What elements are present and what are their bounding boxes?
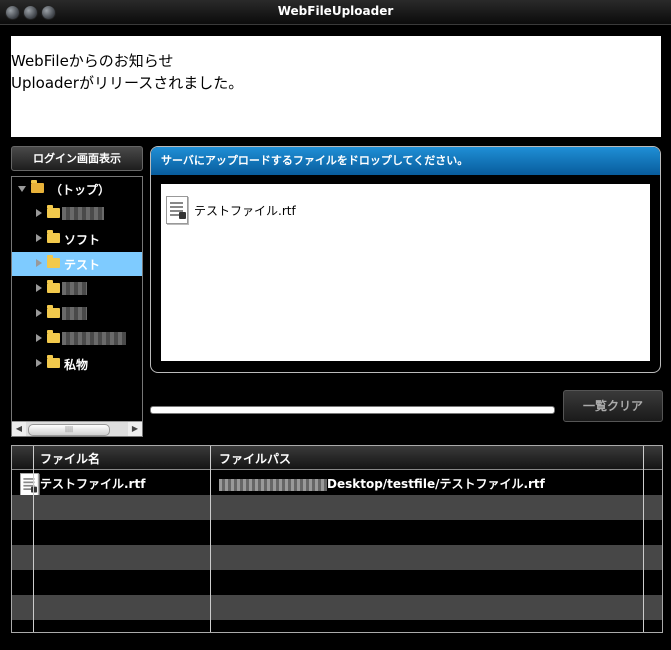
- tree-item-test[interactable]: テスト: [12, 252, 142, 276]
- title-bar: WebFileUploader: [0, 0, 671, 25]
- table-row: [12, 545, 662, 570]
- collapse-arrow-icon[interactable]: [36, 284, 42, 292]
- obscured-path: [219, 478, 327, 491]
- obscured-label: [62, 207, 104, 220]
- upload-table: ファイル名 ファイルパス テストファイル.rtf Desktop/testfil…: [11, 445, 663, 633]
- tree-item-soft[interactable]: ソフト: [12, 227, 142, 251]
- tree-item-top[interactable]: （トップ）: [12, 177, 142, 201]
- row-filepath-text: Desktop/testfile/テストファイル.rtf: [327, 477, 545, 491]
- folder-icon: [47, 230, 60, 243]
- notice-line: WebFileからのお知らせ: [11, 52, 174, 70]
- scrollbar-thumb[interactable]: ||||: [28, 424, 110, 436]
- tree-item-obscured[interactable]: [12, 327, 142, 351]
- table-row: [12, 520, 662, 545]
- drop-zone[interactable]: テストファイル.rtf: [161, 184, 650, 361]
- window-title: WebFileUploader: [277, 4, 394, 18]
- collapse-arrow-icon[interactable]: [36, 259, 42, 267]
- obscured-label: [62, 307, 87, 320]
- login-screen-button[interactable]: ログイン画面表示: [11, 146, 143, 171]
- table-row: [12, 570, 662, 595]
- tree-horizontal-scrollbar[interactable]: ◀ |||| ▶: [12, 421, 142, 436]
- app-window: WebFileUploader WebFileからのお知らせ Uploaderが…: [0, 0, 671, 650]
- table-row: [12, 595, 662, 620]
- folder-open-icon: [31, 180, 44, 193]
- dropped-file[interactable]: テストファイル.rtf: [166, 194, 296, 226]
- column-divider: [210, 446, 211, 632]
- notice-panel: WebFileからのお知らせ Uploaderがリリースされました。: [11, 36, 661, 137]
- tree-item-obscured[interactable]: [12, 202, 142, 226]
- tree-item-obscured[interactable]: [12, 302, 142, 326]
- notice-line: Uploaderがリリースされました。: [11, 74, 244, 92]
- collapse-arrow-icon[interactable]: [36, 234, 42, 242]
- table-row: [12, 495, 662, 520]
- expand-arrow-icon[interactable]: [18, 186, 26, 192]
- tree-item-obscured[interactable]: [12, 277, 142, 301]
- column-header-filename[interactable]: ファイル名: [40, 450, 100, 467]
- folder-icon: [47, 255, 60, 268]
- scroll-left-icon[interactable]: ◀: [12, 422, 26, 436]
- clear-list-button[interactable]: 一覧クリア: [563, 390, 663, 422]
- table-row[interactable]: テストファイル.rtf Desktop/testfile/テストファイル.rtf: [12, 470, 662, 514]
- dropped-file-name: テストファイル.rtf: [194, 203, 296, 218]
- collapse-arrow-icon[interactable]: [36, 209, 42, 217]
- folder-icon: [47, 330, 60, 343]
- scroll-right-icon[interactable]: ▶: [128, 422, 142, 436]
- tree-item-label: ソフト: [64, 233, 101, 247]
- row-filename: テストファイル.rtf: [40, 477, 146, 491]
- folder-icon: [47, 280, 60, 293]
- tree-item-label: （トップ）: [50, 183, 111, 197]
- drop-instruction: サーバにアップロードするファイルをドロップしてください。: [161, 154, 469, 167]
- drop-panel-header: サーバにアップロードするファイルをドロップしてください。: [151, 147, 660, 175]
- obscured-label: [62, 332, 126, 345]
- collapse-arrow-icon[interactable]: [36, 359, 42, 367]
- upload-progress-bar: [150, 406, 555, 414]
- folder-icon: [47, 205, 60, 218]
- folder-icon: [47, 305, 60, 318]
- drop-panel: サーバにアップロードするファイルをドロップしてください。 テストファイル.rtf: [150, 146, 661, 373]
- obscured-label: [62, 282, 87, 295]
- tree-item-label: テスト: [64, 258, 101, 272]
- collapse-arrow-icon[interactable]: [36, 309, 42, 317]
- column-divider: [643, 446, 644, 632]
- column-divider: [33, 446, 34, 632]
- column-header-filepath[interactable]: ファイルパス: [219, 450, 291, 467]
- collapse-arrow-icon[interactable]: [36, 334, 42, 342]
- tree-item-label: 私物: [64, 358, 89, 372]
- tree-item-private[interactable]: 私物: [12, 352, 142, 376]
- document-icon: [20, 473, 39, 497]
- folder-icon: [47, 355, 60, 368]
- folder-tree: （トップ） ソフト テスト 私物 ◀ |||| ▶: [11, 176, 143, 437]
- table-header: ファイル名 ファイルパス: [12, 446, 662, 470]
- document-icon: [166, 196, 188, 224]
- row-filepath: Desktop/testfile/テストファイル.rtf: [219, 475, 545, 492]
